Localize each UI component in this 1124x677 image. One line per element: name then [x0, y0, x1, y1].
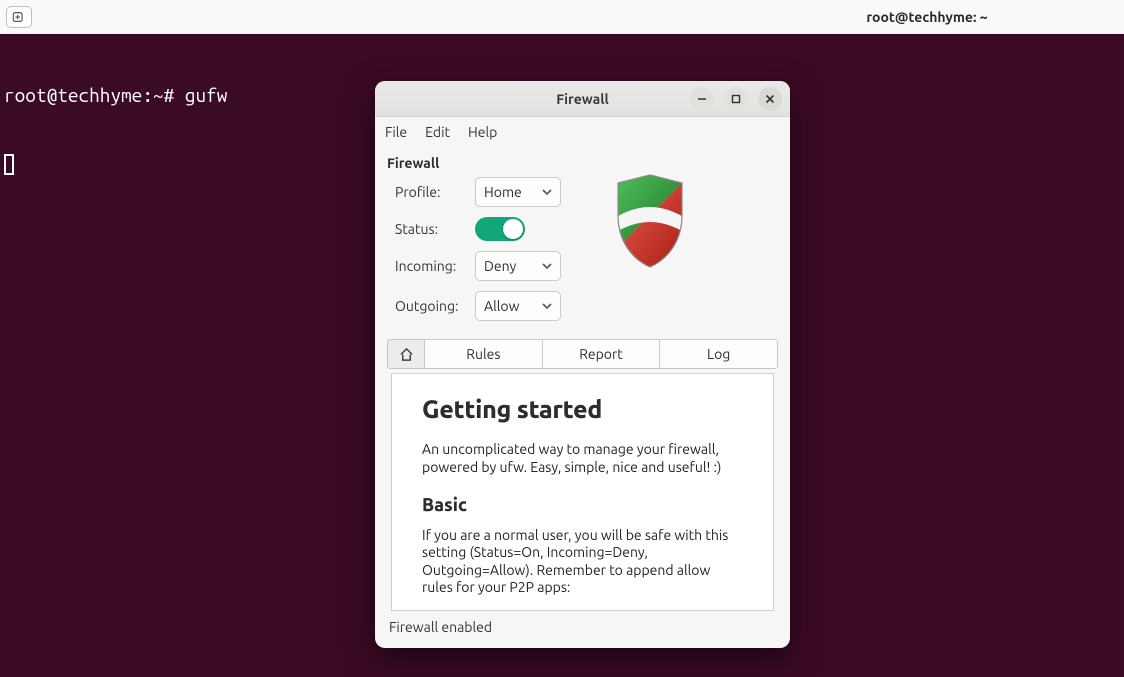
- window-titlebar[interactable]: Firewall: [375, 81, 790, 117]
- section-firewall-label: Firewall: [375, 147, 790, 177]
- status-switch[interactable]: [475, 217, 525, 241]
- close-icon: [765, 94, 775, 104]
- window-title: root@techhyme: ~: [0, 9, 1124, 25]
- desktop-titlebar: root@techhyme: ~: [0, 0, 1124, 34]
- outgoing-combo[interactable]: Allow: [475, 291, 561, 321]
- shield-icon: [610, 171, 690, 271]
- incoming-combo[interactable]: Deny: [475, 251, 561, 281]
- minimize-button[interactable]: [690, 87, 714, 111]
- incoming-label: Incoming:: [395, 258, 475, 274]
- terminal-prompt: root@techhyme:~#: [4, 84, 174, 106]
- panel-heading: Getting started: [422, 394, 743, 425]
- menubar: File Edit Help: [375, 117, 790, 147]
- chevron-down-icon: [542, 301, 552, 311]
- outgoing-label: Outgoing:: [395, 298, 475, 314]
- status-text: Firewall enabled: [389, 619, 492, 635]
- tab-report[interactable]: Report: [542, 339, 661, 369]
- tab-rules-label: Rules: [466, 346, 500, 362]
- tab-report-label: Report: [579, 346, 623, 362]
- new-tab-button[interactable]: [6, 6, 32, 28]
- maximize-icon: [731, 94, 741, 104]
- panel-intro: An uncomplicated way to manage your fire…: [422, 441, 743, 476]
- settings-area: Profile: Home Status: Incoming: Deny Out…: [375, 177, 790, 325]
- tab-log[interactable]: Log: [659, 339, 778, 369]
- profile-value: Home: [484, 184, 522, 200]
- tab-strip: Rules Report Log: [387, 339, 778, 369]
- panel-body: If you are a normal user, you will be sa…: [422, 527, 743, 597]
- menu-help[interactable]: Help: [468, 124, 497, 140]
- panel-subheading: Basic: [422, 494, 743, 517]
- menu-edit[interactable]: Edit: [425, 124, 450, 140]
- incoming-value: Deny: [484, 258, 516, 274]
- statusbar: Firewall enabled: [375, 611, 790, 645]
- chevron-down-icon: [542, 187, 552, 197]
- content-panel[interactable]: Getting started An uncomplicated way to …: [391, 373, 774, 611]
- profile-combo[interactable]: Home: [475, 177, 561, 207]
- outgoing-value: Allow: [484, 298, 519, 314]
- close-button[interactable]: [758, 87, 782, 111]
- tab-log-label: Log: [707, 346, 730, 362]
- terminal-command: gufw: [185, 84, 228, 106]
- maximize-button[interactable]: [724, 87, 748, 111]
- window-title-text: root@techhyme: ~: [136, 9, 987, 25]
- home-icon: [399, 347, 414, 362]
- menu-file[interactable]: File: [385, 124, 407, 140]
- minimize-icon: [697, 94, 707, 104]
- new-tab-icon: [12, 10, 26, 24]
- firewall-window: Firewall File Edit Help Firewall Profile…: [375, 81, 790, 648]
- tab-rules[interactable]: Rules: [424, 339, 543, 369]
- profile-label: Profile:: [395, 184, 475, 200]
- status-label: Status:: [395, 221, 475, 237]
- terminal-cursor: [4, 154, 14, 175]
- tab-home[interactable]: [387, 339, 425, 369]
- chevron-down-icon: [542, 261, 552, 271]
- switch-knob: [503, 219, 523, 239]
